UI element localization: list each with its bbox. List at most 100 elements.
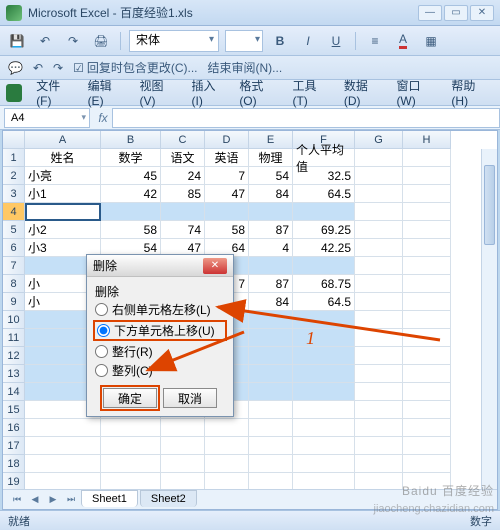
comment-icon[interactable]: 💬 (8, 61, 23, 75)
column-header-A[interactable]: A (25, 131, 101, 149)
formula-input[interactable] (112, 108, 500, 128)
menu-window[interactable]: 窗口(W) (390, 74, 441, 111)
cell-E5[interactable]: 87 (249, 221, 293, 239)
column-header-C[interactable]: C (161, 131, 205, 149)
row-header-7[interactable]: 7 (3, 257, 25, 275)
cell-H13[interactable] (403, 365, 451, 383)
cell-F10[interactable] (293, 311, 355, 329)
cell-C18[interactable] (161, 455, 205, 473)
ok-button[interactable]: 确定 (103, 388, 157, 408)
underline-button[interactable]: U (325, 30, 347, 52)
cell-G12[interactable] (355, 347, 403, 365)
cell-C16[interactable] (161, 419, 205, 437)
cell-H17[interactable] (403, 437, 451, 455)
name-box[interactable]: A4 (4, 108, 90, 128)
column-header-H[interactable]: H (403, 131, 451, 149)
cell-E8[interactable]: 87 (249, 275, 293, 293)
row-header-5[interactable]: 5 (3, 221, 25, 239)
cell-F8[interactable]: 68.75 (293, 275, 355, 293)
cell-A18[interactable] (25, 455, 101, 473)
cell-E3[interactable]: 84 (249, 185, 293, 203)
cell-G3[interactable] (355, 185, 403, 203)
cell-F5[interactable]: 69.25 (293, 221, 355, 239)
print-icon[interactable]: 🖨 (90, 30, 112, 52)
row-header-1[interactable]: 1 (3, 149, 25, 167)
cell-E12[interactable] (249, 347, 293, 365)
cell-H6[interactable] (403, 239, 451, 257)
cell-G6[interactable] (355, 239, 403, 257)
column-header-B[interactable]: B (101, 131, 161, 149)
cell-H11[interactable] (403, 329, 451, 347)
option-entire-row[interactable]: 整行(R) (95, 342, 225, 361)
cell-H12[interactable] (403, 347, 451, 365)
cell-B1[interactable]: 数学 (101, 149, 161, 167)
cell-E6[interactable]: 4 (249, 239, 293, 257)
row-header-10[interactable]: 10 (3, 311, 25, 329)
cell-G9[interactable] (355, 293, 403, 311)
menu-data[interactable]: 数据(D) (338, 74, 387, 111)
row-header-17[interactable]: 17 (3, 437, 25, 455)
cell-E16[interactable] (249, 419, 293, 437)
cell-G15[interactable] (355, 401, 403, 419)
cell-D3[interactable]: 47 (205, 185, 249, 203)
menu-tools[interactable]: 工具(T) (286, 74, 333, 111)
track-redo-icon[interactable]: ↷ (53, 61, 63, 75)
cell-D2[interactable]: 7 (205, 167, 249, 185)
row-header-3[interactable]: 3 (3, 185, 25, 203)
dialog-title-bar[interactable]: 删除 ✕ (87, 255, 233, 277)
cell-E14[interactable] (249, 383, 293, 401)
save-icon[interactable]: 💾 (6, 30, 28, 52)
column-header-G[interactable]: G (355, 131, 403, 149)
cell-F3[interactable]: 64.5 (293, 185, 355, 203)
cell-A2[interactable]: 小亮 (25, 167, 101, 185)
cell-B3[interactable]: 42 (101, 185, 161, 203)
cell-G1[interactable] (355, 149, 403, 167)
cell-D1[interactable]: 英语 (205, 149, 249, 167)
cell-F2[interactable]: 32.5 (293, 167, 355, 185)
cell-E11[interactable] (249, 329, 293, 347)
track-undo-icon[interactable]: ↶ (33, 61, 43, 75)
cell-A5[interactable]: 小2 (25, 221, 101, 239)
cell-C4[interactable] (161, 203, 205, 221)
menu-format[interactable]: 格式(O) (233, 74, 282, 111)
cell-F12[interactable] (293, 347, 355, 365)
cell-H15[interactable] (403, 401, 451, 419)
cell-G10[interactable] (355, 311, 403, 329)
cell-E17[interactable] (249, 437, 293, 455)
cell-B4[interactable] (101, 203, 161, 221)
cell-A4[interactable] (25, 203, 101, 221)
row-header-18[interactable]: 18 (3, 455, 25, 473)
cell-F15[interactable] (293, 401, 355, 419)
row-header-11[interactable]: 11 (3, 329, 25, 347)
cell-D16[interactable] (205, 419, 249, 437)
cell-A3[interactable]: 小1 (25, 185, 101, 203)
cell-H10[interactable] (403, 311, 451, 329)
cell-E2[interactable]: 54 (249, 167, 293, 185)
menu-view[interactable]: 视图(V) (134, 74, 182, 111)
align-left-icon[interactable]: ≡ (364, 30, 386, 52)
cell-H16[interactable] (403, 419, 451, 437)
cell-A1[interactable]: 姓名 (25, 149, 101, 167)
bold-button[interactable]: B (269, 30, 291, 52)
fx-icon[interactable]: fx (94, 111, 112, 125)
cell-D4[interactable] (205, 203, 249, 221)
cell-F17[interactable] (293, 437, 355, 455)
cell-D17[interactable] (205, 437, 249, 455)
fill-color-icon[interactable]: ▦ (420, 30, 442, 52)
row-header-9[interactable]: 9 (3, 293, 25, 311)
dialog-close-icon[interactable]: ✕ (203, 258, 227, 274)
tab-nav-last-icon[interactable]: ⏭ (63, 492, 79, 508)
option-shift-up[interactable]: 下方单元格上移(U) (93, 320, 227, 341)
option-entire-column[interactable]: 整列(C) (95, 361, 225, 380)
sheet-tab-1[interactable]: Sheet1 (81, 490, 138, 507)
sheet-tab-2[interactable]: Sheet2 (140, 490, 197, 507)
cell-D18[interactable] (205, 455, 249, 473)
cell-H9[interactable] (403, 293, 451, 311)
cell-H18[interactable] (403, 455, 451, 473)
cell-C3[interactable]: 85 (161, 185, 205, 203)
cell-G18[interactable] (355, 455, 403, 473)
cell-H1[interactable] (403, 149, 451, 167)
cell-G2[interactable] (355, 167, 403, 185)
font-color-icon[interactable]: A (392, 30, 414, 52)
row-header-6[interactable]: 6 (3, 239, 25, 257)
